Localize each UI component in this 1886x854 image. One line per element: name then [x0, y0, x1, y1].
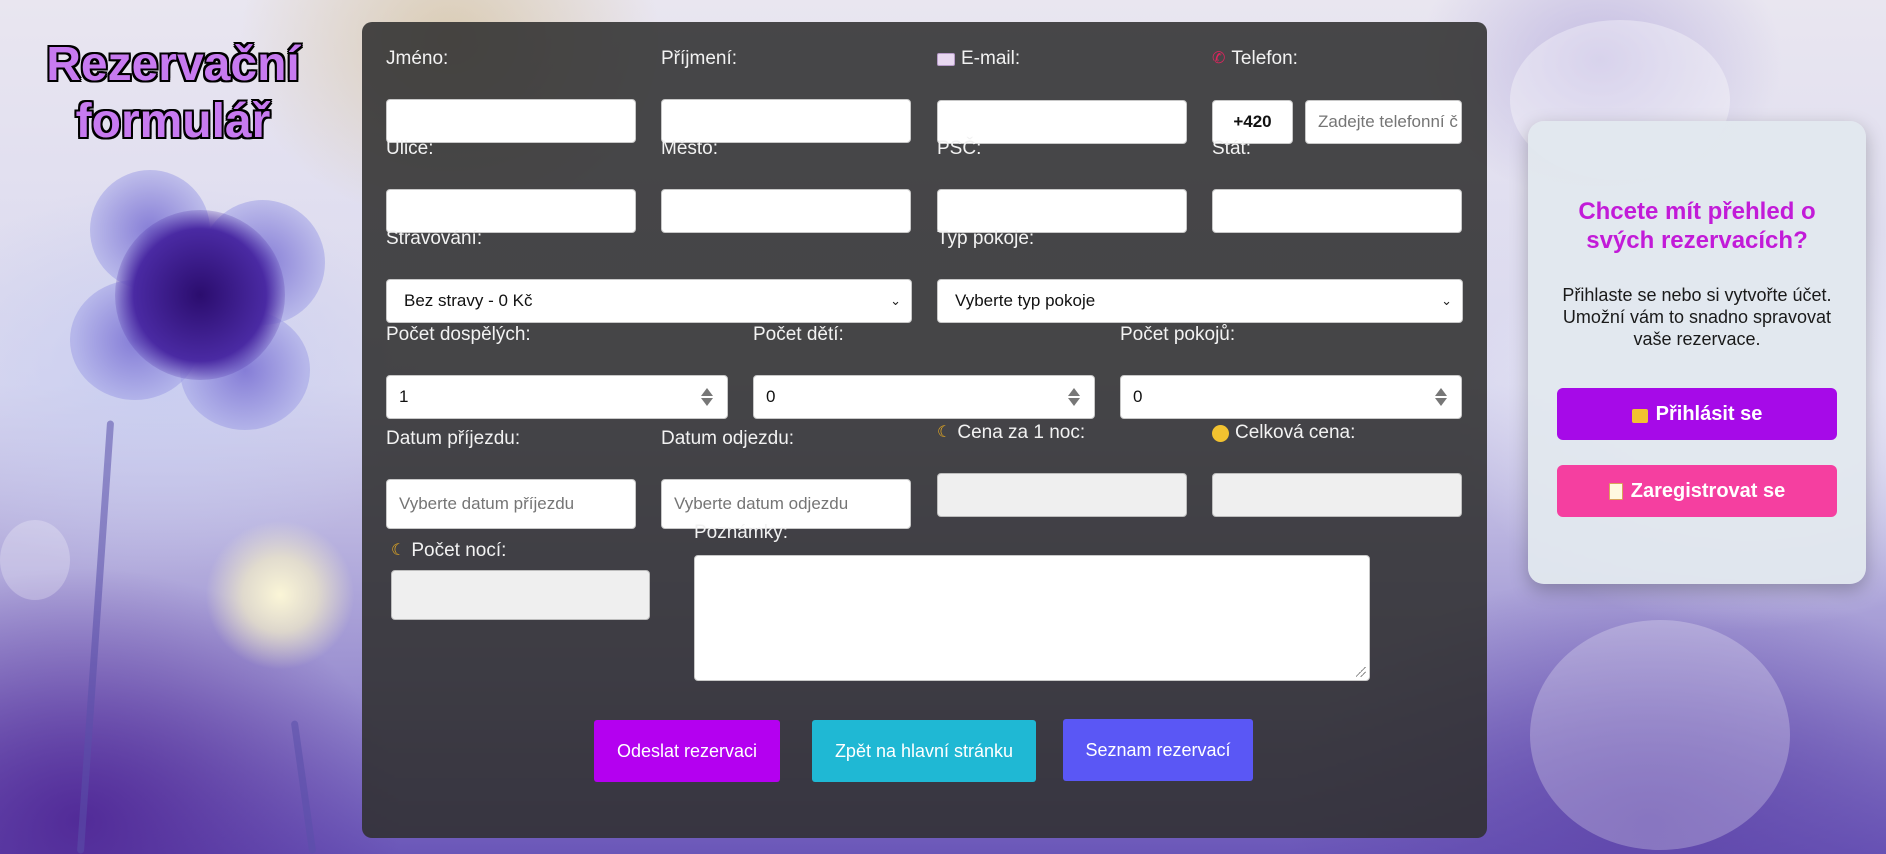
rooms-input[interactable]: 0 [1120, 375, 1462, 419]
room-type-select[interactable]: Vyberte typ pokoje ⌄ [937, 279, 1463, 323]
envelope-icon [937, 52, 955, 66]
stepper-arrows-icon[interactable] [701, 388, 713, 406]
account-prompt-card: Chcete mít přehled o svých rezervacích? … [1528, 121, 1866, 584]
children-label: Počet dětí: [753, 324, 844, 345]
chevron-down-icon: ⌄ [1441, 293, 1452, 308]
children-value: 0 [766, 387, 776, 406]
page-title: Rezervační formulář [46, 38, 300, 148]
register-button[interactable]: Zaregistrovat se [1557, 465, 1837, 517]
street-input[interactable] [386, 189, 636, 233]
chevron-down-icon: ⌄ [890, 293, 901, 308]
submit-reservation-button[interactable]: Odeslat rezervaci [594, 720, 780, 782]
back-home-button[interactable]: Zpět na hlavní stránku [812, 720, 1036, 782]
country-label: Stát: [1212, 138, 1252, 159]
background-circle [1530, 620, 1790, 850]
price-per-night-input [937, 473, 1187, 517]
country-input[interactable] [1212, 189, 1462, 233]
zip-label: PSČ: [937, 138, 982, 159]
notes-textarea[interactable] [694, 555, 1370, 681]
meals-label: Stravování: [386, 228, 483, 249]
meals-select[interactable]: Bez stravy - 0 Kč ⌄ [386, 279, 912, 323]
stepper-arrows-icon[interactable] [1068, 388, 1080, 406]
login-button-label: Přihlásit se [1655, 402, 1763, 425]
rooms-value: 0 [1133, 387, 1143, 406]
phone-icon: ✆ [1212, 50, 1226, 67]
money-face-icon [1212, 424, 1229, 442]
reservation-list-button[interactable]: Seznam rezervací [1063, 719, 1253, 781]
background-stem [290, 720, 317, 854]
account-prompt-heading: Chcete mít přehled o svých rezervacích? [1578, 198, 1816, 254]
stepper-arrows-icon[interactable] [1435, 388, 1447, 406]
departure-label: Datum odjezdu: [661, 428, 795, 449]
resize-grip-icon[interactable] [1356, 667, 1366, 677]
nights-label: Počet nocí: [411, 540, 507, 561]
first-name-input[interactable] [386, 99, 636, 143]
zip-input[interactable] [937, 189, 1187, 233]
account-prompt-text: Přihlaste se nebo si vytvořte účet. Umož… [1562, 285, 1832, 349]
memo-icon [1608, 482, 1623, 500]
phone-label: Telefon: [1231, 48, 1298, 69]
rooms-label: Počet pokojů: [1120, 324, 1236, 345]
arrival-label: Datum příjezdu: [386, 428, 521, 449]
city-label: Město: [661, 138, 719, 159]
moon-icon: ☾ [937, 424, 952, 441]
register-button-label: Zaregistrovat se [1630, 479, 1786, 502]
lock-icon [1631, 409, 1648, 423]
phone-input[interactable]: Zadejte telefonní č [1305, 100, 1462, 144]
background-circle [0, 520, 70, 600]
email-label: E-mail: [961, 48, 1021, 69]
room-type-label: Typ pokoje: [937, 228, 1035, 249]
children-input[interactable]: 0 [753, 375, 1095, 419]
login-button[interactable]: Přihlásit se [1557, 388, 1837, 440]
moon-icon: ☾ [391, 542, 406, 559]
first-name-label: Jméno: [386, 48, 449, 69]
adults-input[interactable]: 1 [386, 375, 728, 419]
notes-label: Poznámky: [694, 522, 788, 543]
last-name-input[interactable] [661, 99, 911, 143]
arrival-date-input[interactable]: Vyberte datum příjezdu [386, 479, 636, 529]
room-type-selected-value: Vyberte typ pokoje [955, 291, 1096, 310]
meals-selected-value: Bez stravy - 0 Kč [404, 291, 533, 310]
adults-label: Počet dospělých: [386, 324, 531, 345]
street-label: Ulice: [386, 138, 434, 159]
nights-input [391, 570, 650, 620]
last-name-label: Příjmení: [661, 48, 738, 69]
adults-value: 1 [399, 387, 409, 406]
price-per-night-label: Cena za 1 noc: [957, 422, 1086, 443]
background-stem [76, 420, 115, 854]
total-price-input [1212, 473, 1462, 517]
city-input[interactable] [661, 189, 911, 233]
total-price-label: Celková cena: [1235, 422, 1356, 443]
background-dandelion [205, 520, 355, 670]
reservation-form: Jméno: Příjmení: E-mail: ✆ Telefon: +420… [362, 22, 1487, 838]
